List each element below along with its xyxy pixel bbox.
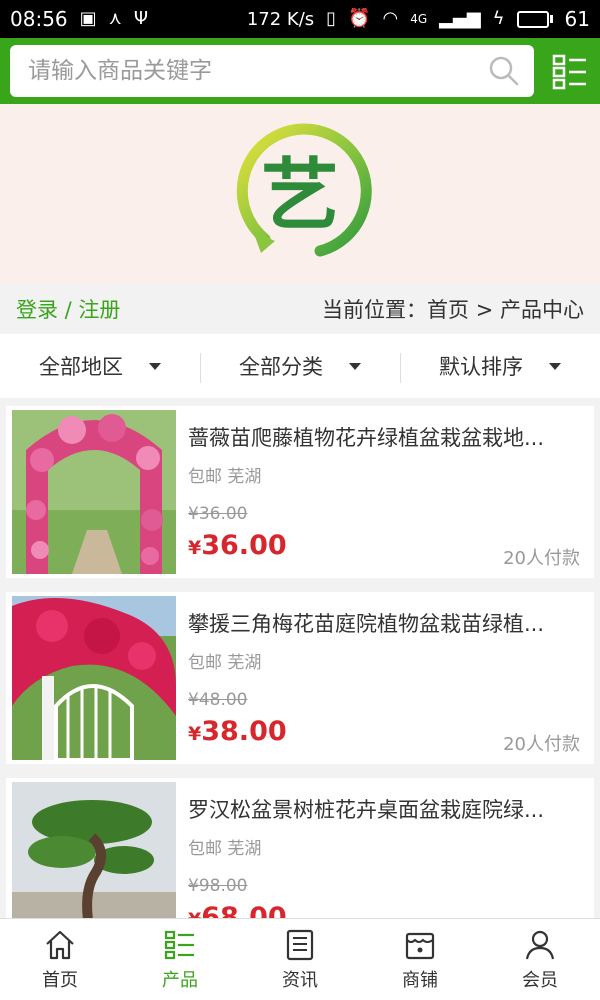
product-meta: 包邮 芜湖: [188, 839, 262, 859]
product-image-bougainvillea[interactable]: [12, 596, 176, 760]
paid-count: 20人付款: [503, 548, 580, 569]
original-price: ¥48.00: [188, 690, 248, 710]
product-info: 蔷薇苗爬藤植物花卉绿植盆栽盆栽地... 包邮 芜湖 ¥36.00 ¥36.00 …: [176, 410, 588, 574]
signal-icon: ▂▄▆: [439, 8, 481, 29]
nav-member[interactable]: 会员: [480, 919, 600, 1000]
charging-icon: ϟ: [492, 8, 505, 29]
shop-icon: [405, 932, 435, 959]
status-time: 08:56: [10, 7, 68, 31]
product-title[interactable]: 罗汉松盆景树桩花卉桌面盆栽庭院绿...: [188, 794, 574, 824]
nav-member-label: 会员: [522, 969, 558, 991]
filter-region[interactable]: 全部地区: [0, 334, 200, 398]
product-card[interactable]: 蔷薇苗爬藤植物花卉绿植盆栽盆栽地... 包邮 芜湖 ¥36.00 ¥36.00 …: [6, 406, 594, 578]
search-input[interactable]: [28, 58, 468, 84]
product-card[interactable]: 攀援三角梅花苗庭院植物盆栽苗绿植... 包邮 芜湖 ¥48.00 ¥38.00 …: [6, 592, 594, 764]
current-price: ¥68.00: [188, 902, 287, 918]
nav-home[interactable]: 首页: [0, 919, 120, 1000]
nav-products[interactable]: 产品: [120, 919, 240, 1000]
product-card[interactable]: 罗汉松盆景树桩花卉桌面盆栽庭院绿... 包邮 芜湖 ¥98.00 ¥68.00: [6, 778, 594, 918]
paid-count: 20人付款: [503, 734, 580, 755]
home-icon: [46, 930, 74, 959]
nav-shop-label: 商铺: [402, 969, 438, 991]
filter-category-label: 全部分类: [239, 355, 323, 379]
current-price: ¥38.00: [188, 716, 287, 747]
product-meta: 包邮 芜湖: [188, 653, 262, 673]
user-icon: [525, 930, 555, 959]
category-menu-icon[interactable]: [550, 51, 590, 91]
filter-sort-label: 默认排序: [439, 355, 523, 379]
product-info: 罗汉松盆景树桩花卉桌面盆栽庭院绿... 包邮 芜湖 ¥98.00 ¥68.00: [176, 782, 588, 918]
nav-shop[interactable]: 商铺: [360, 919, 480, 1000]
product-image-rose-arch[interactable]: [12, 410, 176, 574]
search-header: [0, 38, 600, 104]
product-image-bonsai[interactable]: [12, 782, 176, 918]
image-notification-icon: ▣: [79, 8, 97, 29]
logo-text: 艺: [261, 151, 339, 241]
nav-home-label: 首页: [42, 969, 78, 991]
nav-products-label: 产品: [162, 969, 198, 991]
breadcrumb: 当前位置：首页 > 产品中心: [322, 298, 584, 322]
login-register-link[interactable]: 登录 / 注册: [16, 294, 120, 324]
usb-icon: Ψ: [133, 8, 149, 29]
filter-bar: 全部地区 全部分类 默认排序: [0, 334, 600, 398]
filter-region-label: 全部地区: [39, 355, 123, 379]
filter-category[interactable]: 全部分类: [200, 334, 400, 398]
chevron-down-icon: [149, 362, 161, 370]
bottom-nav: 首页 产品 资讯 商铺 会员: [0, 918, 600, 1000]
status-bar: 08:56 ▣ ⋏ Ψ 172 K/s ▯ ⏰ ◠ 4G ▂▄▆ ϟ 61: [0, 0, 600, 38]
product-info: 攀援三角梅花苗庭院植物盆栽苗绿植... 包邮 芜湖 ¥48.00 ¥38.00 …: [176, 596, 588, 760]
product-meta: 包邮 芜湖: [188, 467, 262, 487]
product-list[interactable]: 蔷薇苗爬藤植物花卉绿植盆栽盆栽地... 包邮 芜湖 ¥36.00 ¥36.00 …: [0, 398, 600, 918]
original-price: ¥98.00: [188, 876, 248, 896]
chevron-down-icon: [549, 362, 561, 370]
battery-percent: 61: [564, 7, 590, 31]
banner[interactable]: 艺: [0, 104, 600, 284]
product-title[interactable]: 攀援三角梅花苗庭院植物盆栽苗绿植...: [188, 608, 574, 638]
product-title[interactable]: 蔷薇苗爬藤植物花卉绿植盆栽盆栽地...: [188, 422, 574, 452]
product-grid-icon: [164, 930, 194, 959]
share-notification-icon: ⋏: [108, 8, 122, 29]
current-price: ¥36.00: [188, 530, 287, 561]
alarm-icon: ⏰: [348, 8, 371, 29]
wifi-icon: ◠: [382, 8, 399, 29]
filter-sort[interactable]: 默认排序: [400, 334, 600, 398]
search-box[interactable]: [10, 45, 534, 97]
search-icon[interactable]: [488, 55, 520, 87]
battery-icon: [516, 10, 553, 28]
news-icon: [286, 929, 314, 960]
chevron-down-icon: [349, 362, 361, 370]
crumb-row: 登录 / 注册 当前位置：首页 > 产品中心: [0, 284, 600, 334]
nav-news[interactable]: 资讯: [240, 919, 360, 1000]
nav-news-label: 资讯: [282, 969, 318, 991]
network-speed: 172 K/s: [246, 8, 315, 30]
original-price: ¥36.00: [188, 504, 248, 524]
network-type: 4G: [410, 12, 428, 26]
vibrate-icon: ▯: [326, 8, 337, 29]
brand-logo: 艺: [236, 123, 372, 257]
